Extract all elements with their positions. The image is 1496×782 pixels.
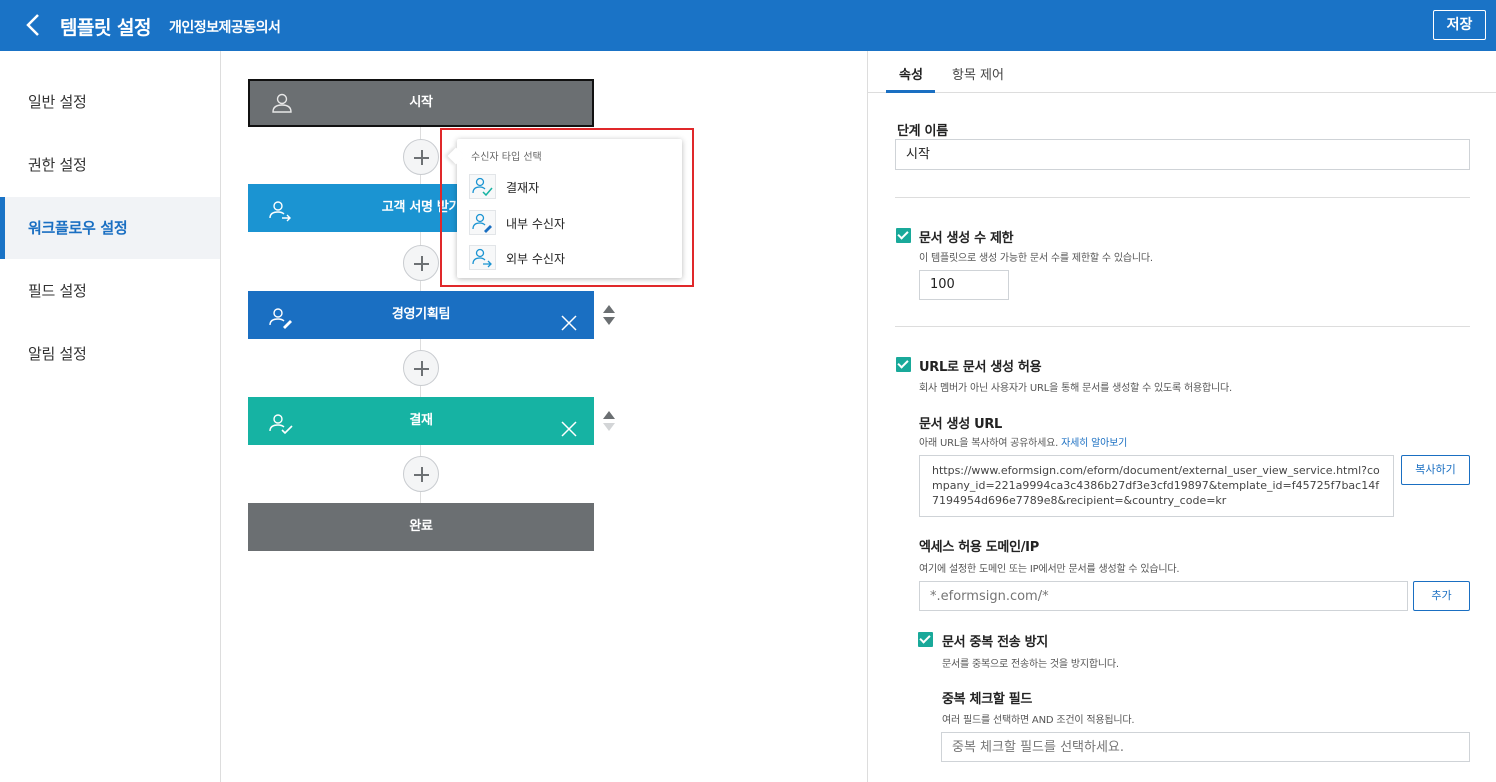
panel-tabs: 속성 항목 제어 [868,51,1496,93]
settings-sidebar: 일반 설정 권한 설정 워크플로우 설정 필드 설정 알림 설정 [0,51,221,782]
sidebar-item-notifications[interactable]: 알림 설정 [0,323,220,385]
properties-panel: 속성 항목 제어 단계 이름 시작 문서 생성 수 제한 이 템플릿으로 생성 … [867,51,1496,782]
add-step-button[interactable] [403,350,439,386]
divider [895,326,1470,327]
tab-field-control[interactable]: 항목 제어 [952,64,1004,83]
access-domain-label: 엑세스 허용 도메인/IP [919,540,1039,555]
doc-url-description: 아래 URL을 복사하여 공유하세요. 자세히 알아보기 [919,438,1128,449]
step-label: 경영기획팀 [391,307,451,322]
url-allow-label: URL로 문서 생성 허용 [919,360,1042,375]
dup-prevent-label: 문서 중복 전송 방지 [942,635,1048,650]
sidebar-item-general[interactable]: 일반 설정 [0,71,220,133]
workflow-step-approval[interactable]: 결재 [248,397,594,445]
template-name: 개인정보제공동의서 [169,20,281,36]
user-icon [270,91,296,115]
dup-field-label: 중복 체크할 필드 [942,692,1033,707]
close-icon[interactable] [560,411,578,437]
step-label: 시작 [409,95,433,110]
approve-user-icon [268,409,294,435]
copy-button[interactable]: 복사하기 [1401,455,1470,485]
step-name-input[interactable]: 시작 [895,139,1470,170]
limit-description: 이 템플릿으로 생성 가능한 문서 수를 제한할 수 있습니다. [919,253,1153,264]
dup-field-description: 여러 필드를 선택하면 AND 조건이 적용됩니다. [942,715,1135,726]
limit-label: 문서 생성 수 제한 [919,231,1014,246]
send-user-icon [268,196,294,222]
sidebar-item-workflow[interactable]: 워크플로우 설정 [0,197,220,259]
learn-more-link[interactable]: 자세히 알아보기 [1061,438,1127,449]
url-allow-description: 회사 멤버가 아닌 사용자가 URL을 통해 문서를 생성할 수 있도록 허용합… [919,383,1233,394]
close-icon[interactable] [560,305,578,331]
access-domain-description: 여기에 설정한 도메인 또는 IP에서만 문서를 생성할 수 있습니다. [919,564,1180,575]
highlight-box [440,128,694,287]
edit-user-icon [268,303,294,329]
dup-field-select[interactable] [941,732,1470,762]
add-step-button[interactable] [403,139,439,175]
tab-properties[interactable]: 속성 [899,64,923,83]
active-tab-indicator [886,90,935,93]
divider [895,197,1470,198]
dup-prevent-description: 문서를 중복으로 전송하는 것을 방지합니다. [942,659,1119,670]
reorder-arrows-icon[interactable] [602,410,616,432]
page-title: 템플릿 설정 [60,17,152,39]
app-header: 템플릿 설정 개인정보제공동의서 저장 [0,0,1496,51]
step-label: 완료 [409,519,433,534]
workflow-step-start[interactable]: 시작 [248,79,594,127]
sidebar-item-fields[interactable]: 필드 설정 [0,260,220,322]
back-arrow-icon[interactable] [22,12,46,38]
dup-prevent-checkbox[interactable] [918,632,933,647]
doc-url-label: 문서 생성 URL [919,417,1003,432]
doc-url-field[interactable]: https://www.eformsign.com/eform/document… [919,455,1394,517]
step-name-label: 단계 이름 [897,124,948,139]
add-step-button[interactable] [403,456,439,492]
reorder-arrows-icon[interactable] [602,304,616,326]
limit-checkbox[interactable] [896,228,911,243]
limit-count-input[interactable]: 100 [919,270,1009,300]
step-label: 결재 [409,413,433,428]
workflow-step-planning-team[interactable]: 경영기획팀 [248,291,594,339]
save-button[interactable]: 저장 [1433,10,1486,40]
workflow-step-complete[interactable]: 완료 [248,503,594,551]
add-domain-button[interactable]: 추가 [1413,581,1470,611]
access-domain-input[interactable] [919,581,1408,611]
add-step-button[interactable] [403,245,439,281]
sidebar-item-permissions[interactable]: 권한 설정 [0,134,220,196]
url-allow-checkbox[interactable] [896,357,911,372]
